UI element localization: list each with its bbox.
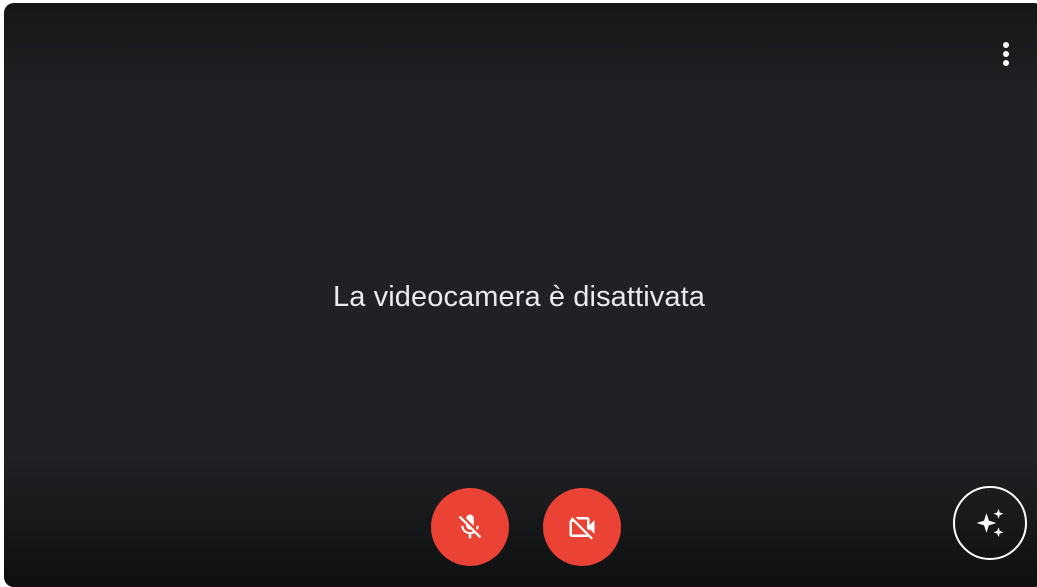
videocam-off-icon	[567, 512, 597, 542]
video-preview: La videocamera è disattivata	[4, 3, 1037, 587]
more-options-button[interactable]	[990, 34, 1022, 74]
camera-toggle-button[interactable]	[543, 488, 621, 566]
mic-off-icon	[455, 512, 485, 542]
top-gradient	[4, 3, 1037, 93]
visual-effects-button[interactable]	[953, 486, 1027, 560]
sparkle-icon	[973, 506, 1007, 540]
microphone-toggle-button[interactable]	[431, 488, 509, 566]
camera-off-message: La videocamera è disattivata	[333, 281, 705, 313]
more-vert-icon	[1002, 41, 1010, 67]
bottom-gradient	[4, 457, 1037, 587]
